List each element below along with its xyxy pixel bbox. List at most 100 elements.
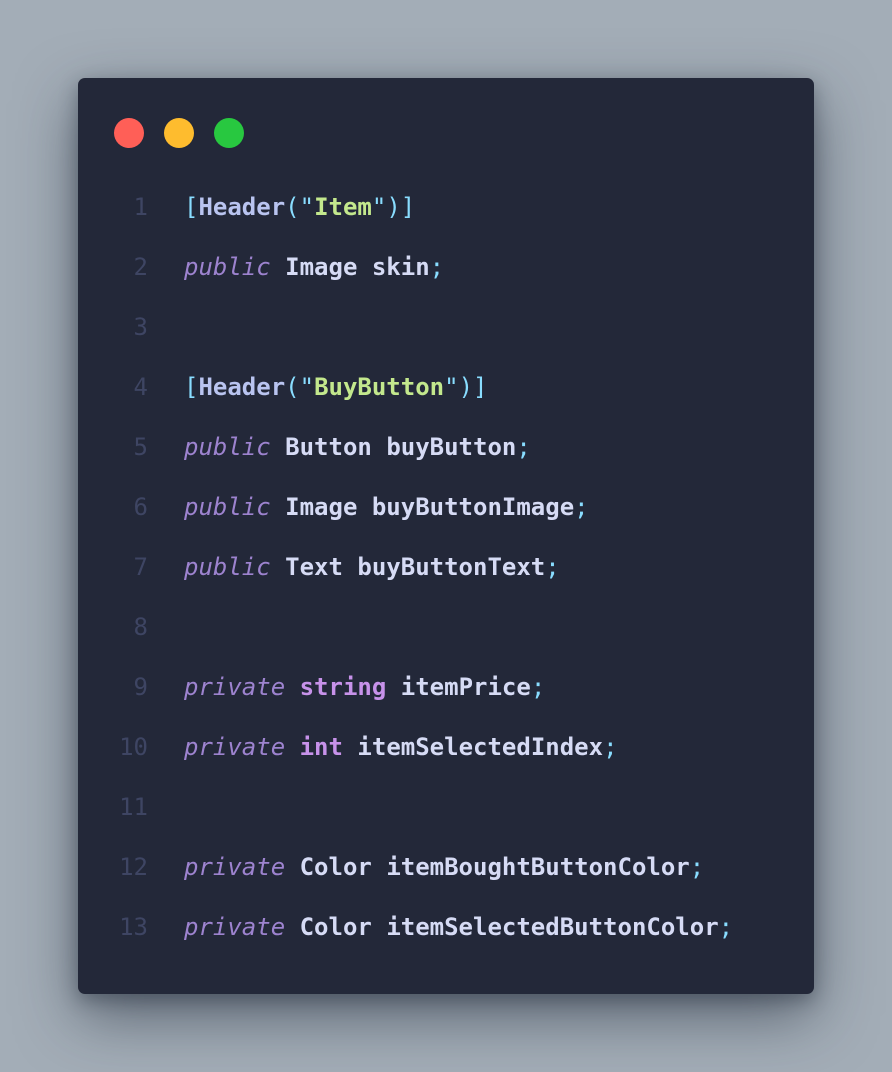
code-token: Button [285,433,372,461]
minimize-button[interactable] [164,118,194,148]
line-number: 6 [133,493,148,521]
line-content: public Image buyButtonImage; [184,477,589,537]
line-number: 2 [133,253,148,281]
code-token: private [184,853,286,881]
line-content: private int itemSelectedIndex; [184,717,618,777]
code-token: Image [285,493,358,521]
code-token: private [184,913,286,941]
code-token: skin [371,253,430,281]
code-token: public [184,253,271,281]
code-token: Header [198,193,286,221]
code-line: 5 public Button buyButton; [78,417,814,477]
line-content: public Button buyButton; [184,417,531,477]
line-number: 4 [133,373,148,401]
code-line: 4 [Header("BuyButton")] [78,357,814,417]
code-token: itemSelectedIndex [357,733,604,761]
line-content: private Color itemBoughtButtonColor; [184,837,704,897]
code-token: " [299,193,315,221]
code-token: Color [299,913,372,941]
code-token: Color [299,853,372,881]
code-token: Image [285,253,358,281]
line-number: 8 [133,613,148,641]
line-content: [Header("BuyButton")] [184,357,487,417]
line-number: 5 [133,433,148,461]
line-number: 7 [133,553,148,581]
code-token: ; [545,553,560,581]
code-token: ; [603,733,618,761]
line-content: [Header("Item")] [184,177,415,237]
code-token: Item [314,193,372,221]
code-token: ; [516,433,531,461]
code-token: ; [429,253,445,281]
code-token: )] [458,373,488,401]
code-line: 2 public Image skin; [78,237,814,297]
line-number: 3 [133,313,148,341]
line-content: private Color itemSelectedButtonColor; [184,897,733,957]
code-token: " [299,373,315,401]
code-token: public [184,493,271,521]
code-line: 11 [78,777,814,837]
code-line: 13 private Color itemSelectedButtonColor; [78,897,814,957]
code-token: ; [530,673,546,701]
code-block: 1 [Header("Item")] 2 public Image skin; 3 4 [H… [78,177,814,957]
code-window: 1 [Header("Item")] 2 public Image skin; 3 4 [H… [78,78,814,994]
code-token: itemSelectedButtonColor [386,913,719,941]
code-line: 1 [Header("Item")] [78,177,814,237]
code-token: Text [285,553,343,581]
line-number: 10 [119,733,148,761]
code-token: ( [285,193,300,221]
code-token: ( [285,373,300,401]
line-number: 1 [133,193,148,221]
line-number: 11 [119,793,148,821]
code-token: buyButtonText [357,553,546,581]
line-number: 12 [119,853,148,881]
code-token: Header [198,373,286,401]
code-token: " [371,193,387,221]
zoom-button[interactable] [214,118,244,148]
close-button[interactable] [114,118,144,148]
code-token: public [184,433,271,461]
line-number: 13 [119,913,148,941]
code-token: " [444,373,459,401]
code-line: 6 public Image buyButtonImage; [78,477,814,537]
code-line: 7 public Text buyButtonText; [78,537,814,597]
code-token: public [184,553,271,581]
code-token: itemPrice [400,673,531,701]
line-content: public Image skin; [184,237,444,297]
code-token: [ [184,193,199,221]
code-token: ; [718,913,734,941]
code-token: )] [386,193,416,221]
code-token: private [184,673,286,701]
code-token: string [299,673,387,701]
code-line: 12 private Color itemBoughtButtonColor; [78,837,814,897]
code-token: [ [184,373,199,401]
code-token: int [299,733,343,761]
code-line: 9 private string itemPrice; [78,657,814,717]
line-number: 9 [133,673,148,701]
code-token: ; [574,493,589,521]
code-line: 10 private int itemSelectedIndex; [78,717,814,777]
code-token: buyButtonImage [371,493,575,521]
code-token: ; [689,853,705,881]
line-content: private string itemPrice; [184,657,545,717]
code-token: buyButton [386,433,517,461]
code-token: BuyButton [314,373,445,401]
code-line: 8 [78,597,814,657]
line-content: public Text buyButtonText; [184,537,560,597]
